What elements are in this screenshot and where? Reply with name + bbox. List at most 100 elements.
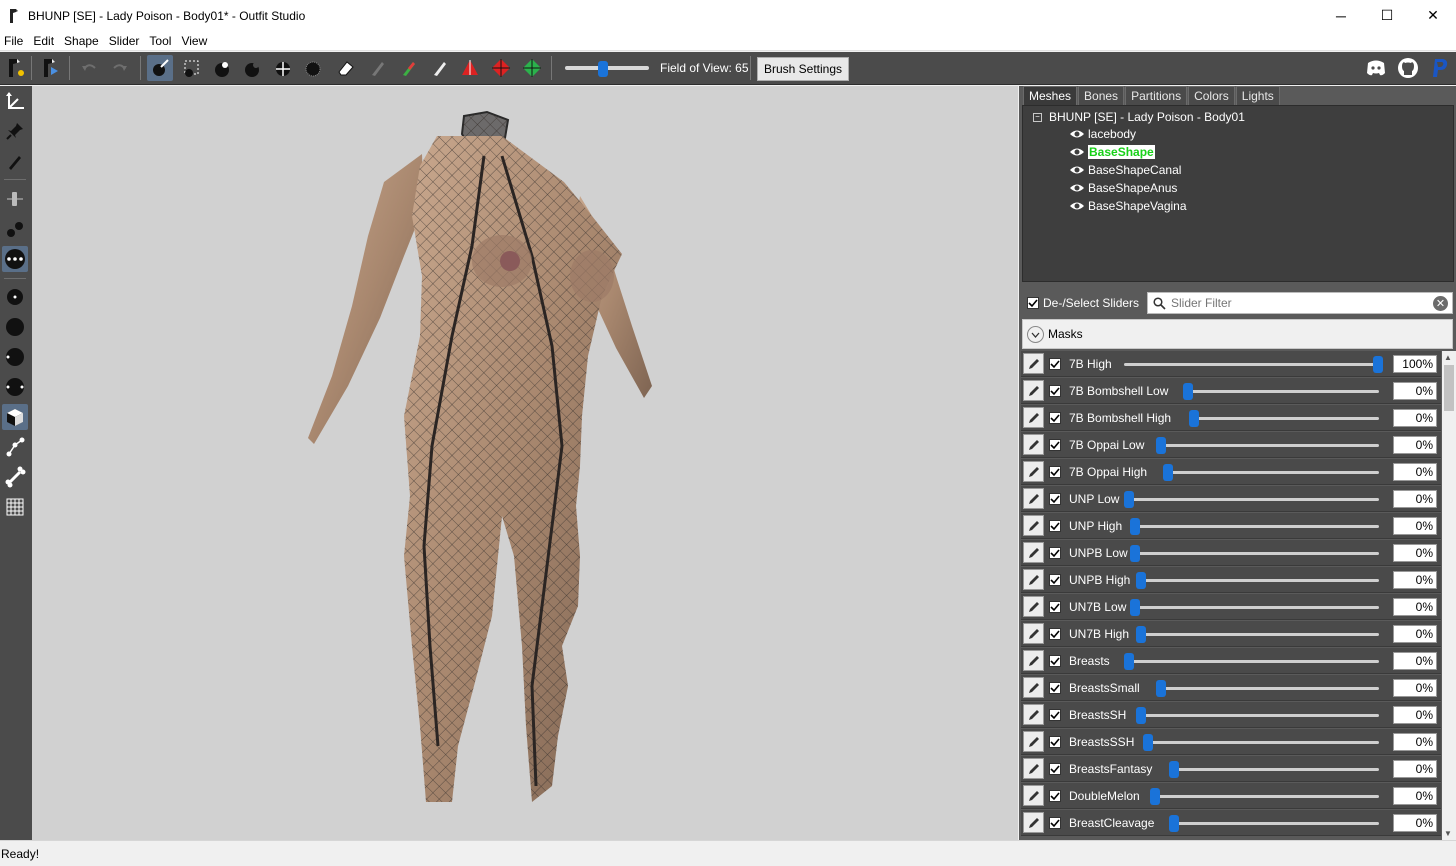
slider-track[interactable] — [1130, 525, 1379, 528]
mesh-item-baseshapecanal[interactable]: BaseShapeCanal — [1069, 162, 1181, 178]
weight-brush-icon[interactable] — [365, 55, 391, 81]
dots-tool-icon[interactable] — [2, 246, 28, 272]
slider-value-field[interactable]: 0% — [1393, 679, 1437, 697]
pivot-icon[interactable] — [488, 55, 514, 81]
inflate-brush-icon[interactable] — [209, 55, 235, 81]
discord-icon[interactable] — [1363, 55, 1389, 81]
slider-thumb[interactable] — [1183, 383, 1193, 400]
slider-track[interactable] — [1130, 606, 1379, 609]
slider-filter-input[interactable] — [1171, 295, 1431, 311]
mesh-item-baseshapeanus[interactable]: BaseShapeAnus — [1069, 180, 1177, 196]
slider-enable-checkbox[interactable] — [1049, 439, 1061, 451]
slider-enable-checkbox[interactable] — [1049, 655, 1061, 667]
mesh-item-baseshape[interactable]: BaseShape — [1069, 144, 1155, 160]
slider-track[interactable] — [1156, 444, 1379, 447]
large-brush-icon[interactable] — [2, 314, 28, 340]
clear-filter-button[interactable]: ✕ — [1433, 296, 1448, 311]
move-brush-icon[interactable] — [270, 55, 296, 81]
edit-slider-pencil-icon[interactable] — [1023, 704, 1044, 725]
field-of-view-slider-thumb[interactable] — [598, 61, 608, 77]
slider-value-field[interactable]: 0% — [1393, 733, 1437, 751]
eye-icon[interactable] — [1069, 128, 1085, 140]
slider-track[interactable] — [1136, 579, 1379, 582]
slider-tool-icon[interactable] — [2, 186, 28, 212]
slider-track[interactable] — [1130, 552, 1379, 555]
pencil-tool-icon[interactable] — [2, 148, 28, 174]
scrollbar-thumb[interactable] — [1444, 365, 1454, 411]
slider-track[interactable] — [1143, 741, 1379, 744]
slider-value-field[interactable]: 0% — [1393, 652, 1437, 670]
cube-tool-icon[interactable] — [2, 404, 28, 430]
minimize-button[interactable]: ─ — [1318, 0, 1364, 31]
slider-thumb[interactable] — [1130, 545, 1140, 562]
slider-thumb[interactable] — [1136, 572, 1146, 589]
chevron-down-icon[interactable] — [1027, 326, 1044, 343]
undiff-brush-icon[interactable] — [333, 55, 359, 81]
slider-thumb[interactable] — [1189, 410, 1199, 427]
smooth-brush-icon[interactable] — [2, 374, 28, 400]
maximize-button[interactable]: ☐ — [1364, 0, 1410, 31]
slider-track[interactable] — [1189, 417, 1379, 420]
slider-thumb[interactable] — [1169, 761, 1179, 778]
mesh-item-baseshapevagina[interactable]: BaseShapeVagina — [1069, 198, 1187, 214]
slider-track[interactable] — [1183, 390, 1379, 393]
edit-slider-pencil-icon[interactable] — [1023, 461, 1044, 482]
slider-enable-checkbox[interactable] — [1049, 547, 1061, 559]
redo-icon[interactable] — [107, 55, 133, 81]
slider-enable-checkbox[interactable] — [1049, 466, 1061, 478]
slider-enable-checkbox[interactable] — [1049, 601, 1061, 613]
scroll-up-icon[interactable]: ▲ — [1444, 353, 1452, 362]
load-reference-icon[interactable] — [37, 55, 63, 81]
slider-thumb[interactable] — [1143, 734, 1153, 751]
slider-track[interactable] — [1124, 498, 1379, 501]
slider-thumb[interactable] — [1150, 788, 1160, 805]
mesh-tree[interactable]: − BHUNP [SE] - Lady Poison - Body01 lace… — [1022, 105, 1454, 282]
slider-value-field[interactable]: 0% — [1393, 382, 1437, 400]
slider-thumb[interactable] — [1136, 626, 1146, 643]
slider-track[interactable] — [1136, 633, 1379, 636]
mask-brush-icon[interactable] — [179, 55, 205, 81]
edit-slider-pencil-icon[interactable] — [1023, 542, 1044, 563]
tree-root[interactable]: − BHUNP [SE] - Lady Poison - Body01 — [1033, 110, 1245, 124]
edit-slider-pencil-icon[interactable] — [1023, 731, 1044, 752]
color-brush-icon[interactable] — [396, 55, 422, 81]
slider-value-field[interactable]: 100% — [1393, 355, 1437, 373]
slider-enable-checkbox[interactable] — [1049, 358, 1061, 370]
slider-thumb[interactable] — [1373, 356, 1383, 373]
deflate-brush-icon[interactable] — [239, 55, 265, 81]
edit-slider-pencil-icon[interactable] — [1023, 785, 1044, 806]
scroll-down-icon[interactable]: ▼ — [1444, 829, 1452, 838]
menu-slider[interactable]: Slider — [104, 34, 145, 48]
edit-slider-pencil-icon[interactable] — [1023, 650, 1044, 671]
slider-value-field[interactable]: 0% — [1393, 625, 1437, 643]
slider-enable-checkbox[interactable] — [1049, 736, 1061, 748]
bone-tool-icon[interactable] — [2, 464, 28, 490]
eye-icon[interactable] — [1069, 182, 1085, 194]
menu-tool[interactable]: Tool — [144, 34, 176, 48]
slider-enable-checkbox[interactable] — [1049, 763, 1061, 775]
edit-slider-pencil-icon[interactable] — [1023, 758, 1044, 779]
transform-icon[interactable] — [457, 55, 483, 81]
tab-bones[interactable]: Bones — [1078, 86, 1125, 105]
slider-thumb[interactable] — [1130, 599, 1140, 616]
slider-value-field[interactable]: 0% — [1393, 517, 1437, 535]
edit-slider-pencil-icon[interactable] — [1023, 407, 1044, 428]
edge-tool-icon[interactable] — [2, 434, 28, 460]
select-brush-icon[interactable] — [147, 55, 173, 81]
undo-icon[interactable] — [76, 55, 102, 81]
new-project-icon[interactable] — [2, 55, 28, 81]
slider-value-field[interactable]: 0% — [1393, 409, 1437, 427]
tab-colors[interactable]: Colors — [1188, 86, 1235, 105]
slider-enable-checkbox[interactable] — [1049, 574, 1061, 586]
slider-value-field[interactable]: 0% — [1393, 760, 1437, 778]
slider-thumb[interactable] — [1156, 437, 1166, 454]
slider-value-field[interactable]: 0% — [1393, 490, 1437, 508]
slider-value-field[interactable]: 0% — [1393, 814, 1437, 832]
tab-partitions[interactable]: Partitions — [1125, 86, 1188, 105]
slider-enable-checkbox[interactable] — [1049, 385, 1061, 397]
slider-list-scrollbar[interactable]: ▲ ▼ — [1442, 351, 1456, 840]
vertex-select-icon[interactable] — [519, 55, 545, 81]
3d-viewport[interactable] — [32, 86, 1018, 840]
deselect-sliders-checkbox[interactable] — [1027, 297, 1039, 309]
edit-slider-pencil-icon[interactable] — [1023, 488, 1044, 509]
